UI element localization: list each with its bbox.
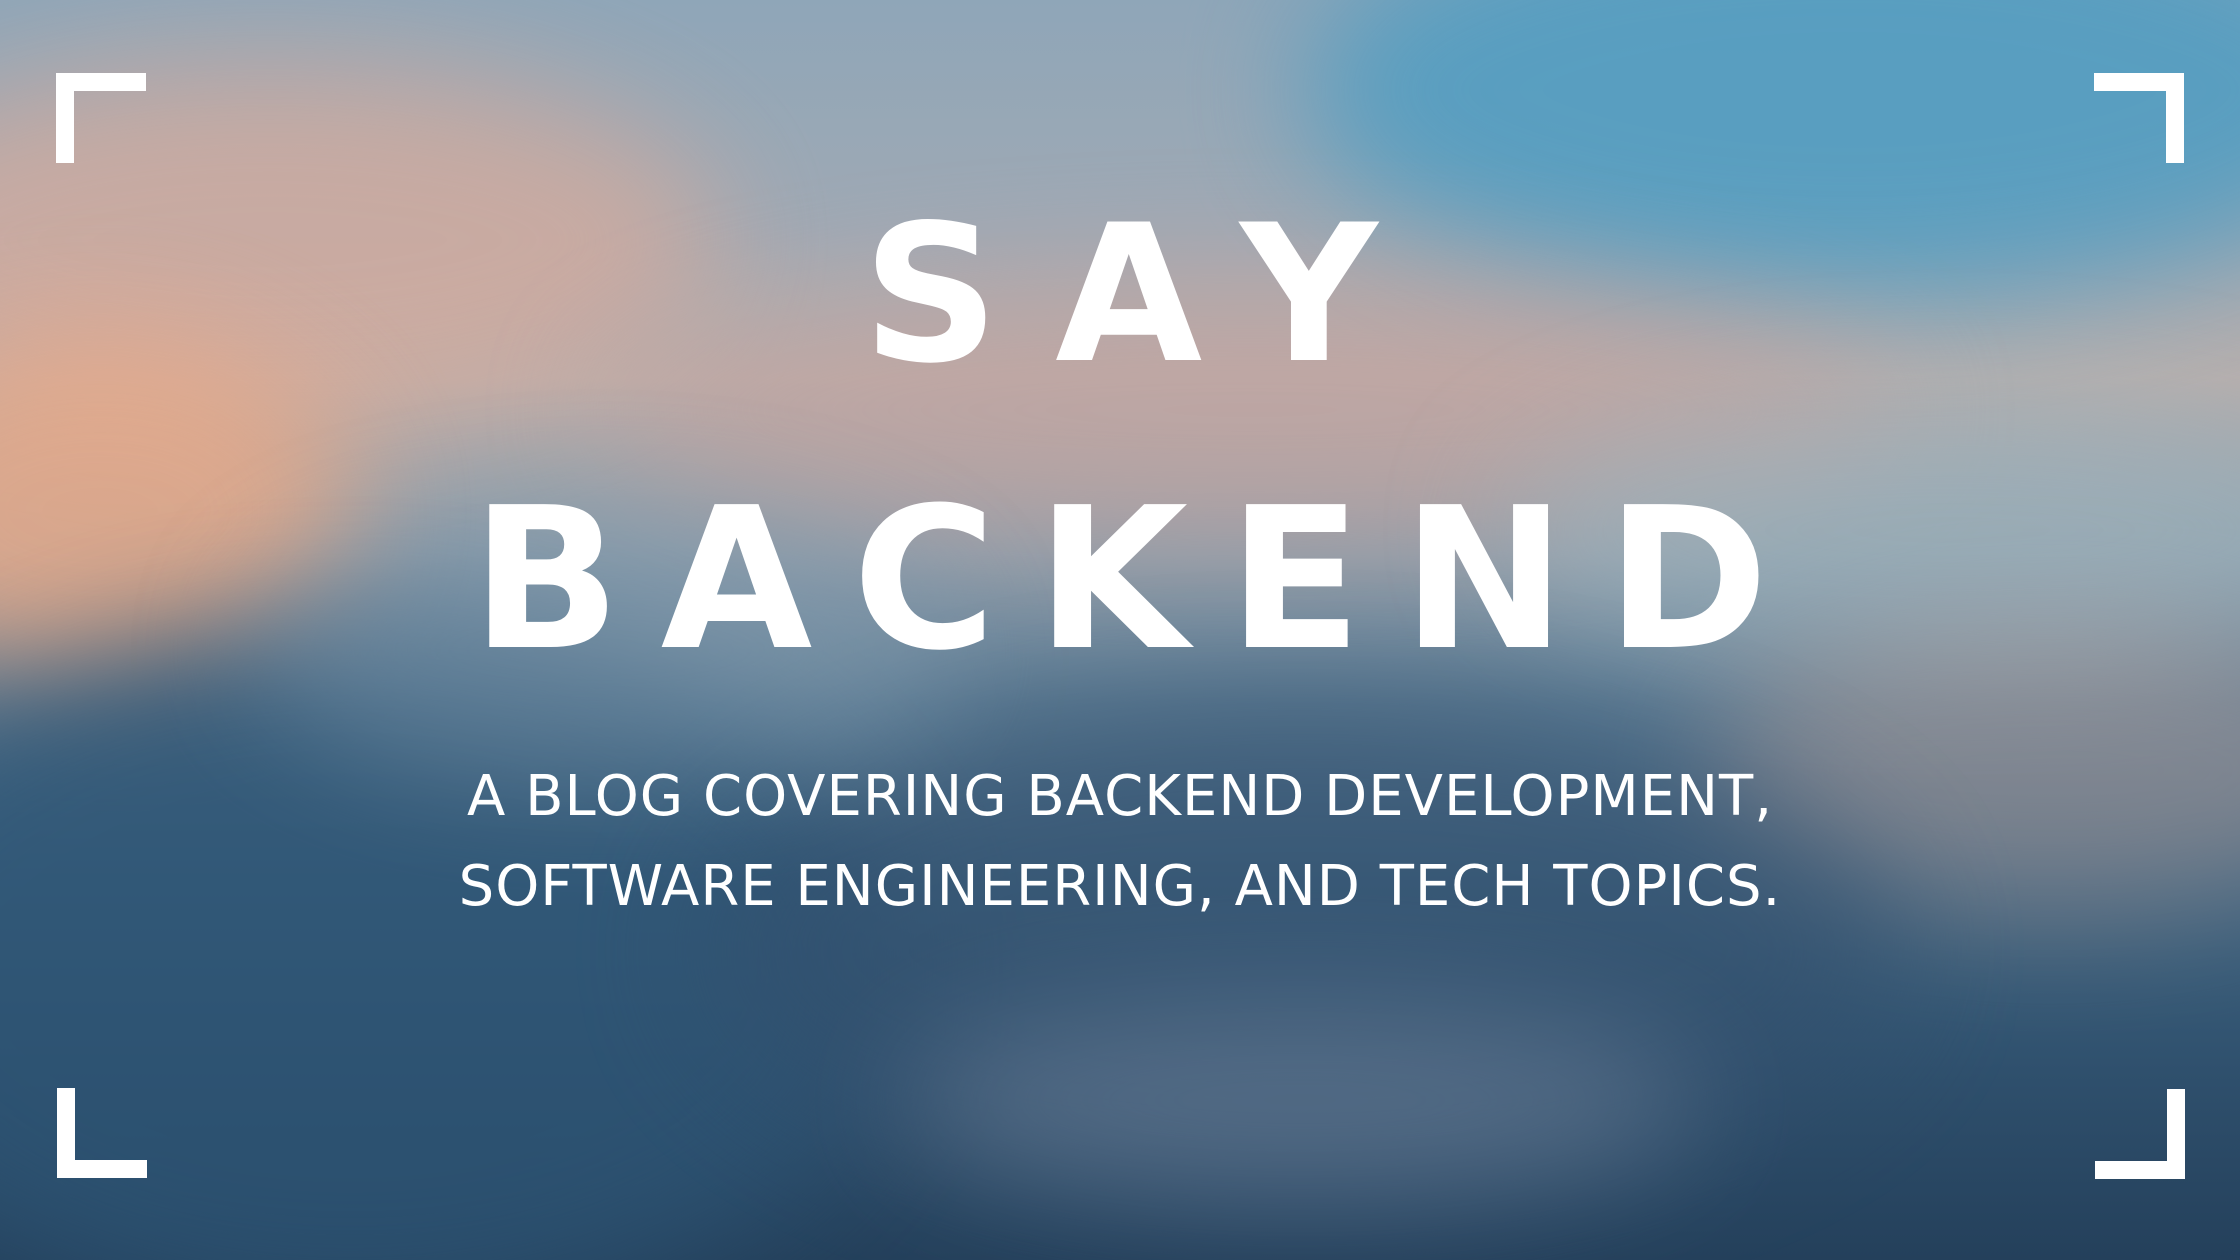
corner-bracket-bottom-left-icon xyxy=(57,1088,147,1178)
corner-bracket-bottom-right-icon xyxy=(2095,1089,2185,1179)
title-line-say: SAY xyxy=(862,184,1434,405)
tagline-line-1: A BLOG COVERING BACKEND DEVELOPMENT, xyxy=(466,764,1773,829)
tagline-line-2: SOFTWARE ENGINEERING, AND TECH TOPICS. xyxy=(458,854,1782,919)
title-line-backend: BACKEND xyxy=(471,466,1809,694)
corner-bracket-top-left-icon xyxy=(56,73,146,163)
corner-bracket-top-right-icon xyxy=(2094,73,2184,163)
